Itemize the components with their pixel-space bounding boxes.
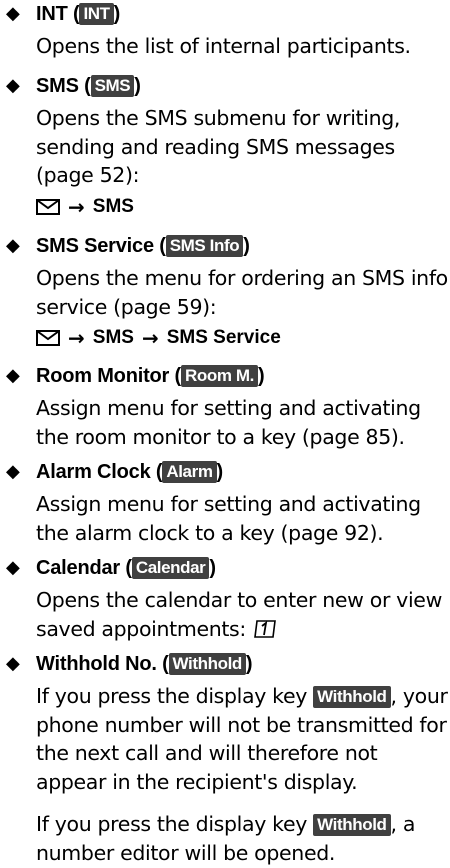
list-item-calendar: ◆ Calendar (Calendar) Opens the calendar…	[0, 554, 450, 643]
diamond-bullet-icon: ◆	[6, 557, 20, 578]
display-key-alarm: Alarm	[162, 461, 217, 483]
list-item-int: ◆ INT (INT) Opens the list of internal p…	[0, 0, 450, 61]
digit-one-key-icon	[254, 619, 276, 638]
paren-open: (	[156, 653, 169, 675]
paren-open: (	[67, 3, 80, 25]
path-step: SMS	[92, 327, 134, 348]
paren-close: )	[243, 235, 250, 257]
item-name: Room Monitor	[36, 365, 170, 387]
path-step: SMS Service	[166, 327, 281, 348]
inline-display-key-withhold: Withhold	[313, 686, 391, 708]
display-key-int: INT	[79, 3, 114, 25]
paren-open: (	[169, 365, 181, 387]
description-text: If you press the display key	[36, 684, 314, 708]
list-item-alarm-clock: ◆ Alarm Clock (Alarm) Assign menu for se…	[0, 458, 450, 547]
paren-close: )	[257, 365, 265, 387]
path-step: SMS	[92, 195, 134, 217]
paren-close: )	[216, 461, 224, 483]
item-heading: ◆ Withhold No. (Withhold)	[0, 650, 450, 678]
paren-open: (	[153, 235, 166, 257]
list-item-room-monitor: ◆ Room Monitor (Room M.) Assign menu for…	[0, 362, 450, 451]
description-text: Opens the calendar to enter new or view …	[36, 588, 442, 641]
item-name: Withhold No.	[36, 653, 157, 675]
item-description: Opens the menu for ordering an SMS info …	[36, 266, 448, 319]
display-key-calendar: Calendar	[131, 557, 210, 579]
item-heading: ◆ Room Monitor (Room M.)	[0, 362, 450, 390]
paren-open: (	[120, 557, 132, 579]
item-description: If you press the display key Withhold, y…	[36, 682, 448, 796]
inline-display-key-withhold: Withhold	[313, 814, 391, 836]
envelope-icon	[36, 330, 60, 346]
paren-close: )	[209, 557, 216, 579]
list-item-withhold-no: ◆ Withhold No. (Withhold) If you press t…	[0, 650, 450, 867]
manual-page: ◆ INT (INT) Opens the list of internal p…	[0, 0, 450, 868]
menu-path: → SMS → SMS Service	[36, 324, 450, 352]
display-key-sms: SMS	[90, 75, 135, 97]
diamond-bullet-icon: ◆	[6, 75, 20, 96]
list-item-sms: ◆ SMS (SMS) Opens the SMS submenu for wr…	[0, 72, 450, 221]
paren-close: )	[245, 653, 253, 675]
diamond-bullet-icon: ◆	[6, 235, 20, 256]
right-arrow-icon: →	[68, 194, 85, 219]
item-description: Opens the SMS submenu for writing, sendi…	[36, 106, 401, 187]
envelope-icon	[36, 198, 60, 215]
diamond-bullet-icon: ◆	[6, 365, 20, 386]
item-description-2: If you press the display key Withhold, a…	[36, 810, 448, 867]
item-description: Assign menu for setting and activating t…	[36, 492, 421, 545]
item-description: Opens the list of internal participants.	[36, 34, 411, 58]
paren-close: )	[113, 3, 121, 25]
right-arrow-icon: →	[68, 326, 85, 350]
item-heading: ◆ Calendar (Calendar)	[0, 554, 450, 582]
display-key-sms-info: SMS Info	[165, 235, 244, 257]
diamond-bullet-icon: ◆	[6, 461, 20, 482]
item-name: SMS	[36, 75, 79, 97]
paren-open: (	[150, 461, 163, 483]
display-key-withhold: Withhold	[168, 653, 246, 675]
item-heading: ◆ SMS (SMS)	[0, 72, 450, 100]
description-text: If you press the display key	[36, 812, 314, 836]
paren-open: (	[78, 75, 91, 97]
item-description: Opens the calendar to enter new or view …	[36, 586, 448, 643]
item-name: INT	[36, 3, 68, 25]
menu-path: → SMS	[36, 193, 450, 221]
item-name: Alarm Clock	[36, 461, 151, 483]
diamond-bullet-icon: ◆	[6, 653, 20, 674]
item-name: Calendar	[36, 557, 120, 579]
item-name: SMS Service	[36, 235, 154, 257]
right-arrow-icon: →	[141, 326, 159, 350]
display-key-room-m: Room M.	[180, 365, 258, 387]
item-heading: ◆ INT (INT)	[0, 0, 450, 28]
list-item-sms-service: ◆ SMS Service (SMS Info) Opens the menu …	[0, 232, 450, 352]
item-description: Assign menu for setting and activating t…	[36, 396, 421, 449]
paren-close: )	[134, 75, 141, 97]
diamond-bullet-icon: ◆	[6, 3, 20, 24]
item-heading: ◆ Alarm Clock (Alarm)	[0, 458, 450, 486]
item-heading: ◆ SMS Service (SMS Info)	[0, 232, 450, 260]
